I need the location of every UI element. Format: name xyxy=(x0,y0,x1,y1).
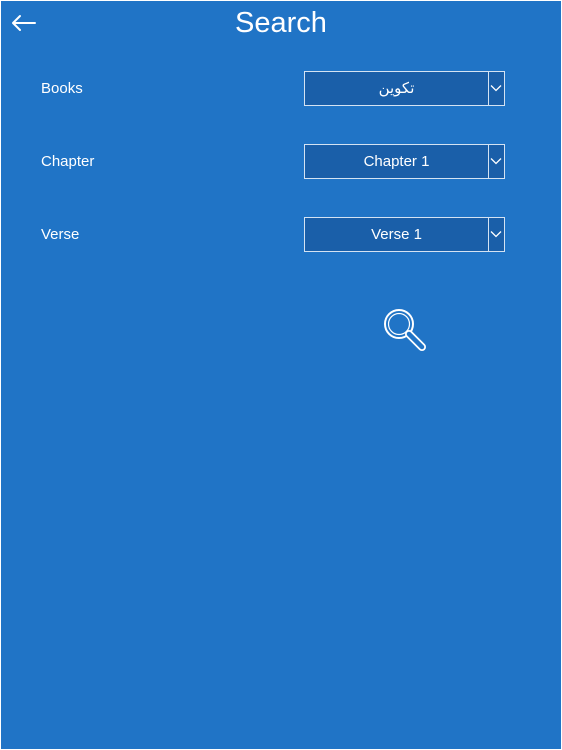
books-select[interactable]: تکوین xyxy=(304,71,505,106)
verse-label: Verse xyxy=(41,226,80,243)
verse-select[interactable]: Verse 1 xyxy=(304,217,505,252)
chevron-down-icon[interactable] xyxy=(490,83,502,93)
verse-select-value: Verse 1 xyxy=(371,226,422,243)
books-select-divider xyxy=(488,72,489,105)
chapter-select-divider xyxy=(488,145,489,178)
verse-select-divider xyxy=(488,218,489,251)
books-select-value: تکوین xyxy=(378,80,415,97)
books-label: Books xyxy=(41,80,83,97)
search-screen: Search Books تکوین Chapter Chapter 1 Ver… xyxy=(1,1,561,749)
page-title: Search xyxy=(235,7,327,39)
chapter-select[interactable]: Chapter 1 xyxy=(304,144,505,179)
chapter-label: Chapter xyxy=(41,153,95,170)
search-button[interactable] xyxy=(382,307,430,353)
chevron-down-icon[interactable] xyxy=(490,229,502,239)
search-icon xyxy=(384,309,426,351)
chapter-select-value: Chapter 1 xyxy=(363,153,430,170)
chevron-down-icon[interactable] xyxy=(490,156,502,166)
